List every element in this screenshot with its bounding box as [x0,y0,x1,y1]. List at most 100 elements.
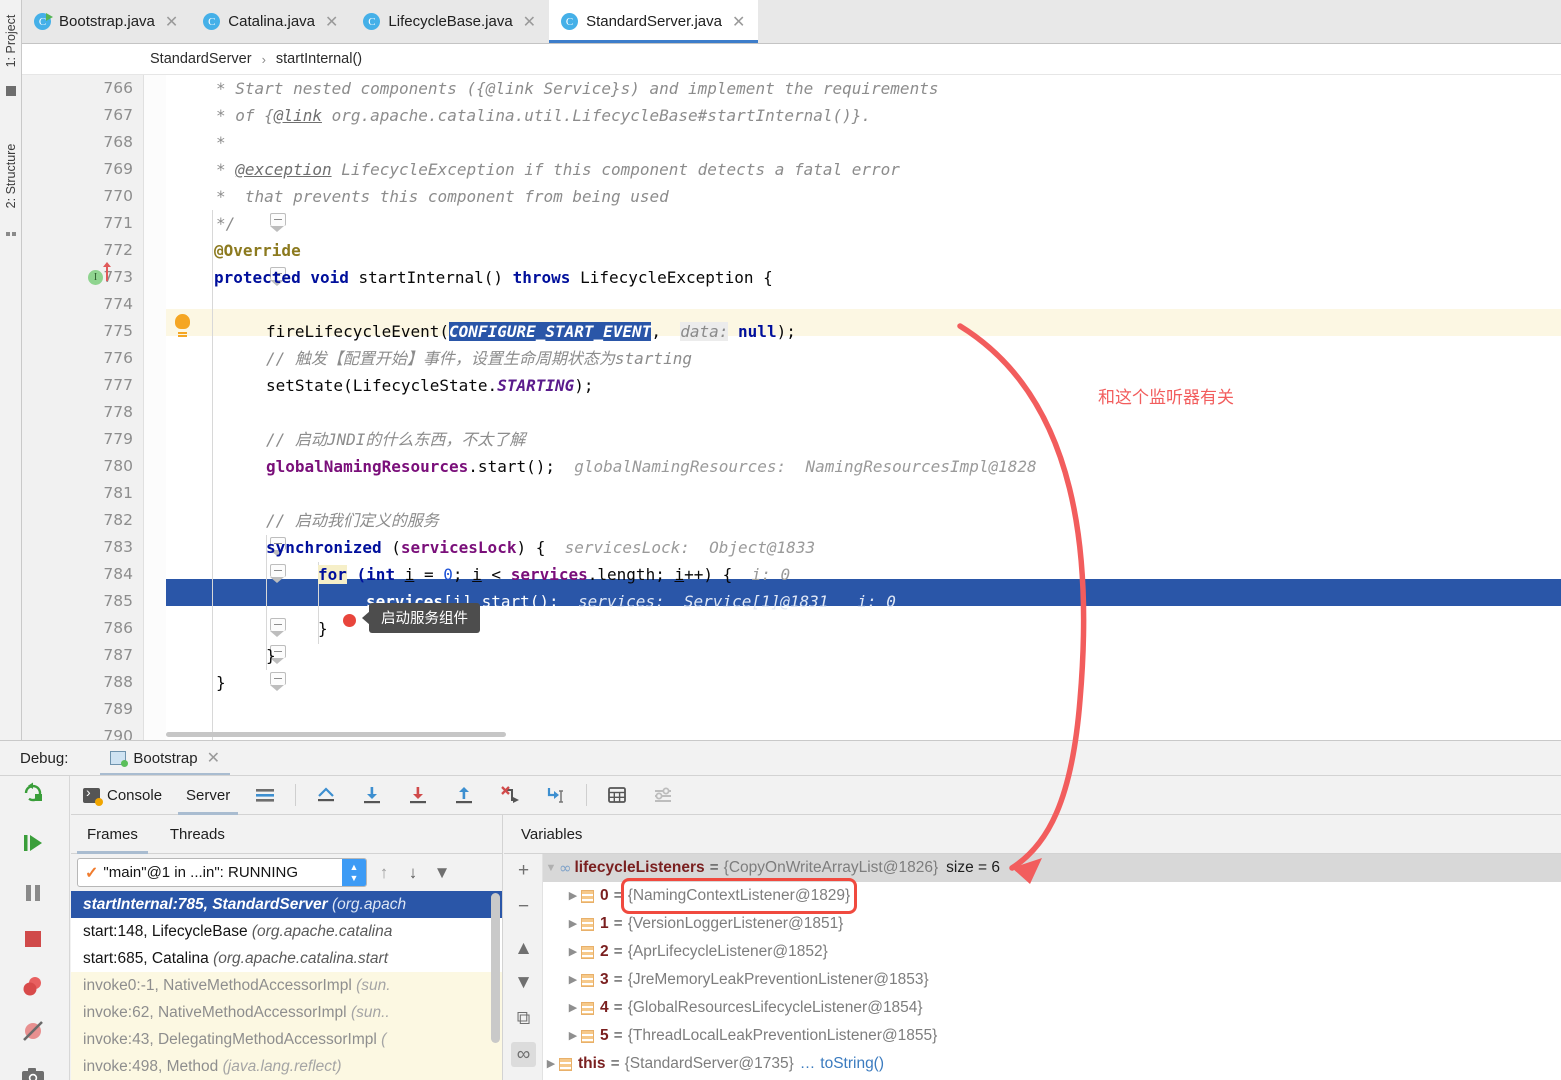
editor-horizontal-scrollbar[interactable] [166,732,506,737]
code-text-area[interactable]: * Start nested components ({@link Servic… [166,75,1561,740]
chevron-down-icon[interactable]: ▼ [543,854,559,882]
variable-row[interactable]: ▶ 4 = {GlobalResourcesLifecycleListener@… [543,994,1561,1022]
frames-list[interactable]: startInternal:785, StandardServer (org.a… [71,891,502,1080]
frame-row[interactable]: invoke:43, DelegatingMethodAccessorImpl … [71,1026,502,1053]
variable-row-this[interactable]: ▶ this = {StandardServer@1735} … toStrin… [543,1050,1561,1078]
override-method-icon[interactable]: I [88,270,103,285]
code-editor[interactable]: 766 767 768 769 770 771 772 773 774 775 … [22,75,1561,740]
tab-standardserver-java[interactable]: C StandardServer.java ✕ [549,0,759,43]
tab-server[interactable]: Server [174,776,242,815]
variable-row[interactable]: ▶ 1 = {VersionLoggerListener@1851} [543,910,1561,938]
pause-program-icon[interactable] [20,880,52,912]
debug-sub-tabs: Frames Threads [71,815,503,854]
tab-frames[interactable]: Frames [71,815,154,854]
editor-gutter[interactable]: 766 767 768 769 770 771 772 773 774 775 … [22,75,144,740]
chevron-right-icon[interactable]: ▶ [565,882,581,910]
code-token: .length; [587,565,675,584]
line-number: 772 [103,241,133,259]
plus-icon[interactable]: + [511,858,536,883]
step-into-button[interactable] [395,776,441,815]
close-icon[interactable]: ✕ [732,12,745,32]
breadcrumb-method[interactable]: startInternal() [276,51,362,67]
stop-icon[interactable] [20,926,52,958]
show-execution-point-button[interactable] [303,776,349,815]
chevron-right-icon[interactable]: ▶ [565,966,581,994]
evaluate-expression-icon [608,787,627,803]
chevron-right-icon[interactable]: ▶ [565,994,581,1022]
line-number: 768 [103,133,133,151]
frame-row[interactable]: start:685, Catalina (org.apache.catalina… [71,945,502,972]
variable-value: {CopyOnWriteArrayList@1826} [723,859,939,876]
show-execution-point-icon [318,787,335,802]
tab-bootstrap-java[interactable]: C Bootstrap.java ✕ [22,0,191,43]
frame-row[interactable]: invoke:62, NativeMethodAccessorImpl (sun… [71,999,502,1026]
tostring-link[interactable]: toString() [820,1050,884,1078]
breakpoint-dot-icon[interactable] [343,614,356,627]
frames-scrollbar[interactable] [491,893,500,1043]
evaluate-expression-button[interactable] [594,776,640,815]
sidebar-tab-project[interactable]: 1: Project [0,13,22,69]
code-line-779: // 启动JNDI的什么东西，不太了解 [266,426,1561,453]
toggle-icon-button[interactable] [242,776,288,815]
variable-row[interactable]: ▶ 3 = {JreMemoryLeakPreventionListener@1… [543,966,1561,994]
tab-catalina-java[interactable]: C Catalina.java ✕ [191,0,351,43]
force-step-into-button[interactable] [487,776,533,815]
javadoc-link[interactable]: @link [274,106,322,125]
resume-program-icon[interactable] [20,830,52,862]
variables-tree[interactable]: ▼ ∞ lifecycleListeners = {CopyOnWriteArr… [543,854,1561,1080]
chevron-right-icon[interactable]: ▶ [565,1022,581,1050]
javadoc-tag[interactable]: @exception [235,160,331,179]
mute-breakpoints-icon[interactable] [20,1018,52,1050]
rerun-icon[interactable] [20,780,52,812]
close-icon[interactable]: ✕ [523,12,536,32]
breadcrumb-class[interactable]: StandardServer [150,51,252,67]
chevron-right-icon[interactable]: ▶ [543,1050,559,1078]
close-icon[interactable]: ✕ [325,12,338,32]
chevron-right-icon[interactable]: ▶ [565,910,581,938]
variable-row-root[interactable]: ▼ ∞ lifecycleListeners = {CopyOnWriteArr… [543,854,1561,882]
arrow-up-icon[interactable]: ↑ [372,858,396,887]
code-token: * [216,133,226,152]
variable-row[interactable]: ▶ 5 = {ThreadLocalLeakPreventionListener… [543,1022,1561,1050]
variable-row[interactable]: ▶ 0 = {NamingContextListener@1829} [543,878,1561,914]
variable-index: 5 [600,1027,609,1044]
filter-icon[interactable]: ▼ [430,858,454,887]
get-thread-dump-icon[interactable] [20,1064,52,1080]
variables-label: Variables [521,825,583,843]
frame-row[interactable]: startInternal:785, StandardServer (org.a… [71,891,502,918]
minus-icon[interactable]: − [511,894,536,919]
code-folding-column[interactable] [144,75,286,740]
layout-settings-button[interactable] [640,776,686,815]
code-token: synchronized [266,538,382,557]
chevron-updown-icon[interactable]: ▲ ▼ [342,859,366,886]
tab-threads[interactable]: Threads [154,815,241,854]
tab-console[interactable]: Console [71,776,174,815]
ellipsis[interactable]: … [800,1050,816,1078]
variables-toolbar: + − ▲ ▼ ⧉ ∞ [504,854,543,1080]
frame-row[interactable]: start:148, LifecycleBase (org.apache.cat… [71,918,502,945]
copy-value-icon[interactable]: ⧉ [511,1006,536,1031]
run-to-cursor-button[interactable] [533,776,579,815]
triangle-up-icon[interactable]: ▲ [511,936,536,961]
chevron-right-icon[interactable]: ▶ [565,938,581,966]
variable-row[interactable]: ▶ 2 = {AprLifecycleListener@1852} [543,938,1561,966]
frame-row[interactable]: invoke0:-1, NativeMethodAccessorImpl (su… [71,972,502,999]
debug-session-tab[interactable]: Bootstrap ✕ [100,741,230,776]
triangle-down-icon[interactable]: ▼ [511,970,536,995]
line-number: 767 [103,106,133,124]
tab-label: StandardServer.java [586,13,722,30]
inspect-icon[interactable]: ∞ [511,1042,536,1067]
divider [586,784,588,806]
thread-selector[interactable]: ✓ "main"@1 in ...in": RUNNING ▲ ▼ [77,858,367,887]
view-breakpoints-icon[interactable] [20,974,52,1006]
selected-constant[interactable]: CONFIGURE_START_EVENT [449,322,652,341]
close-icon[interactable]: ✕ [207,748,220,768]
step-out-button[interactable] [441,776,487,815]
tab-lifecyclebase-java[interactable]: C LifecycleBase.java ✕ [351,0,549,43]
close-icon[interactable]: ✕ [165,12,178,32]
sidebar-tab-structure[interactable]: 2: Structure [0,139,22,213]
frames-pane[interactable]: ✓ "main"@1 in ...in": RUNNING ▲ ▼ ↑ ↓ ▼ s… [71,854,503,1080]
frame-row[interactable]: invoke:498, Method (java.lang.reflect) [71,1053,502,1080]
arrow-down-icon[interactable]: ↓ [401,858,425,887]
step-over-button[interactable] [349,776,395,815]
